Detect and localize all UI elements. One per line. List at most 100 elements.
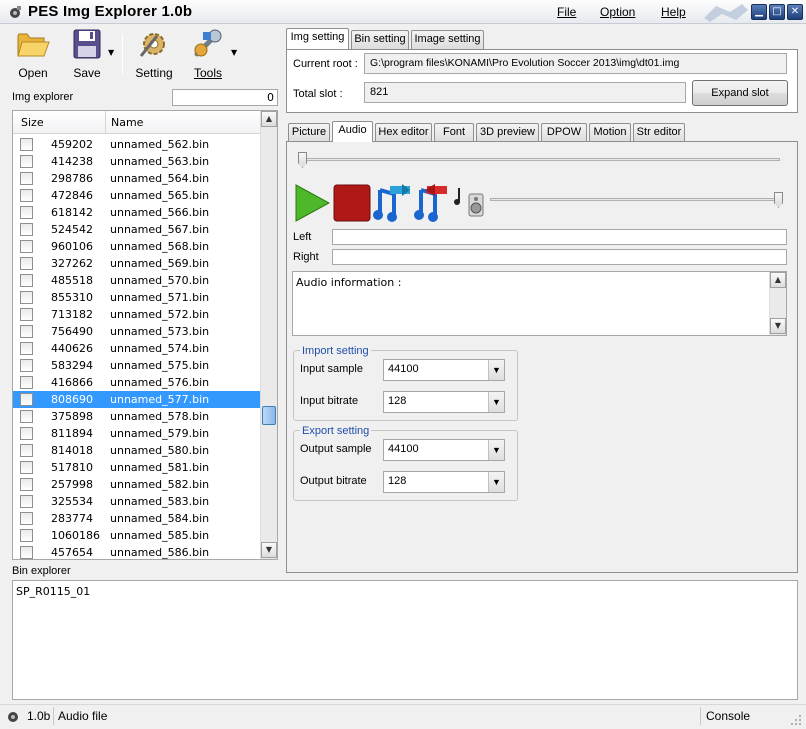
row-checkbox[interactable] bbox=[20, 325, 33, 338]
row-checkbox[interactable] bbox=[20, 529, 33, 542]
output-sample-select[interactable]: 44100 ▼ bbox=[383, 439, 505, 461]
table-row[interactable]: 416866 unnamed_576.bin bbox=[13, 374, 261, 391]
table-row[interactable]: 618142 unnamed_566.bin bbox=[13, 204, 261, 221]
column-header-name[interactable]: Name bbox=[106, 111, 261, 134]
row-checkbox[interactable] bbox=[20, 410, 33, 423]
table-row[interactable]: 960106 unnamed_568.bin bbox=[13, 238, 261, 255]
stop-button[interactable] bbox=[333, 184, 371, 222]
tab-str-editor[interactable]: Str editor bbox=[633, 123, 685, 142]
row-checkbox[interactable] bbox=[20, 274, 33, 287]
current-root-field[interactable]: G:\program files\KONAMI\Pro Evolution So… bbox=[364, 53, 787, 74]
expand-slot-button[interactable]: Expand slot bbox=[692, 80, 788, 106]
table-row[interactable]: 756490 unnamed_573.bin bbox=[13, 323, 261, 340]
row-checkbox[interactable] bbox=[20, 189, 33, 202]
tab-font[interactable]: Font bbox=[434, 123, 474, 142]
row-checkbox[interactable] bbox=[20, 376, 33, 389]
table-row[interactable]: 472846 unnamed_565.bin bbox=[13, 187, 261, 204]
input-sample-select[interactable]: 44100 ▼ bbox=[383, 359, 505, 381]
row-checkbox[interactable] bbox=[20, 461, 33, 474]
table-row[interactable]: 375898 unnamed_578.bin bbox=[13, 408, 261, 425]
row-checkbox[interactable] bbox=[20, 546, 33, 559]
info-scroll-down-button[interactable]: ▼ bbox=[770, 318, 786, 334]
save-button[interactable]: Save bbox=[66, 28, 108, 80]
row-checkbox[interactable] bbox=[20, 478, 33, 491]
status-console[interactable]: Console bbox=[706, 709, 750, 723]
scroll-thumb[interactable] bbox=[262, 406, 276, 425]
minimize-button[interactable]: ▁ bbox=[751, 4, 767, 20]
setting-button[interactable]: Setting bbox=[132, 28, 176, 80]
table-row[interactable]: 713182 unnamed_572.bin bbox=[13, 306, 261, 323]
table-row[interactable]: 459202 unnamed_562.bin bbox=[13, 136, 261, 153]
table-row[interactable]: 257998 unnamed_582.bin bbox=[13, 476, 261, 493]
close-button[interactable]: ✕ bbox=[787, 4, 803, 20]
list-scrollbar[interactable]: ▲ ▼ bbox=[260, 111, 277, 559]
row-checkbox[interactable] bbox=[20, 427, 33, 440]
play-button[interactable] bbox=[293, 184, 331, 222]
tab-img-setting[interactable]: Img setting bbox=[286, 28, 349, 49]
export-audio-button[interactable] bbox=[413, 184, 453, 222]
save-dropdown-chevron-icon[interactable]: ▼ bbox=[108, 48, 114, 57]
scroll-up-button[interactable]: ▲ bbox=[261, 111, 277, 127]
column-header-size[interactable]: Size bbox=[13, 111, 106, 134]
row-checkbox[interactable] bbox=[20, 512, 33, 525]
table-row[interactable]: 327262 unnamed_569.bin bbox=[13, 255, 261, 272]
table-row[interactable]: 440626 unnamed_574.bin bbox=[13, 340, 261, 357]
table-row[interactable]: 325534 unnamed_583.bin bbox=[13, 493, 261, 510]
row-checkbox[interactable] bbox=[20, 172, 33, 185]
total-slot-field[interactable]: 821 bbox=[364, 82, 686, 103]
row-checkbox[interactable] bbox=[20, 291, 33, 304]
menu-file[interactable]: File bbox=[557, 5, 576, 19]
tools-dropdown-chevron-icon[interactable]: ▼ bbox=[231, 48, 237, 57]
audio-info-scrollbar[interactable]: ▲ ▼ bbox=[769, 272, 786, 335]
row-checkbox[interactable] bbox=[20, 444, 33, 457]
row-checkbox[interactable] bbox=[20, 342, 33, 355]
table-row[interactable]: 1060186 unnamed_585.bin bbox=[13, 527, 261, 544]
tab-hex-editor[interactable]: Hex editor bbox=[375, 123, 432, 142]
img-explorer-filter-input[interactable]: 0 bbox=[172, 89, 278, 106]
bin-explorer-item[interactable]: SP_R0115_01 bbox=[16, 585, 90, 598]
row-checkbox[interactable] bbox=[20, 155, 33, 168]
bin-explorer-panel[interactable]: SP_R0115_01 bbox=[12, 580, 798, 700]
img-explorer-list[interactable]: Size Name 459202 unnamed_562.bin 414238 unn… bbox=[12, 110, 278, 560]
table-row[interactable]: 283774 unnamed_584.bin bbox=[13, 510, 261, 527]
menu-option[interactable]: Option bbox=[600, 5, 635, 19]
import-audio-button[interactable] bbox=[372, 184, 412, 222]
table-row[interactable]: 457654 unnamed_586.bin bbox=[13, 544, 261, 559]
table-row[interactable]: 485518 unnamed_570.bin bbox=[13, 272, 261, 289]
tools-button[interactable]: Tools bbox=[186, 28, 230, 80]
table-row[interactable]: 298786 unnamed_564.bin bbox=[13, 170, 261, 187]
info-scroll-up-button[interactable]: ▲ bbox=[770, 272, 786, 288]
input-bitrate-select[interactable]: 128 ▼ bbox=[383, 391, 505, 413]
menu-help[interactable]: Help bbox=[661, 5, 686, 19]
tab-dpow[interactable]: DPOW bbox=[541, 123, 587, 142]
tab-bin-setting[interactable]: Bin setting bbox=[351, 30, 409, 49]
tab-audio[interactable]: Audio bbox=[332, 121, 373, 142]
table-row[interactable]: 811894 unnamed_579.bin bbox=[13, 425, 261, 442]
tab-image-setting[interactable]: Image setting bbox=[411, 30, 484, 49]
row-checkbox[interactable] bbox=[20, 223, 33, 236]
row-checkbox[interactable] bbox=[20, 206, 33, 219]
volume-slider-track[interactable] bbox=[490, 198, 780, 201]
tab-3d-preview[interactable]: 3D preview bbox=[476, 123, 539, 142]
table-row[interactable]: 808690 unnamed_577.bin bbox=[13, 391, 261, 408]
table-row[interactable]: 517810 unnamed_581.bin bbox=[13, 459, 261, 476]
scroll-down-button[interactable]: ▼ bbox=[261, 542, 277, 558]
row-checkbox[interactable] bbox=[20, 257, 33, 270]
open-button[interactable]: Open bbox=[12, 28, 54, 80]
row-checkbox[interactable] bbox=[20, 308, 33, 321]
row-checkbox[interactable] bbox=[20, 495, 33, 508]
row-checkbox[interactable] bbox=[20, 393, 33, 406]
row-checkbox[interactable] bbox=[20, 138, 33, 151]
output-bitrate-select[interactable]: 128 ▼ bbox=[383, 471, 505, 493]
audio-information-box[interactable]: Audio information : ▲ ▼ bbox=[292, 271, 787, 336]
tab-motion[interactable]: Motion bbox=[589, 123, 631, 142]
table-row[interactable]: 855310 unnamed_571.bin bbox=[13, 289, 261, 306]
table-row[interactable]: 524542 unnamed_567.bin bbox=[13, 221, 261, 238]
table-row[interactable]: 583294 unnamed_575.bin bbox=[13, 357, 261, 374]
position-slider-track[interactable] bbox=[298, 158, 780, 161]
row-checkbox[interactable] bbox=[20, 240, 33, 253]
resize-grip-icon[interactable] bbox=[790, 714, 802, 726]
maximize-button[interactable]: □ bbox=[769, 4, 785, 20]
table-row[interactable]: 414238 unnamed_563.bin bbox=[13, 153, 261, 170]
tab-picture[interactable]: Picture bbox=[288, 123, 330, 142]
